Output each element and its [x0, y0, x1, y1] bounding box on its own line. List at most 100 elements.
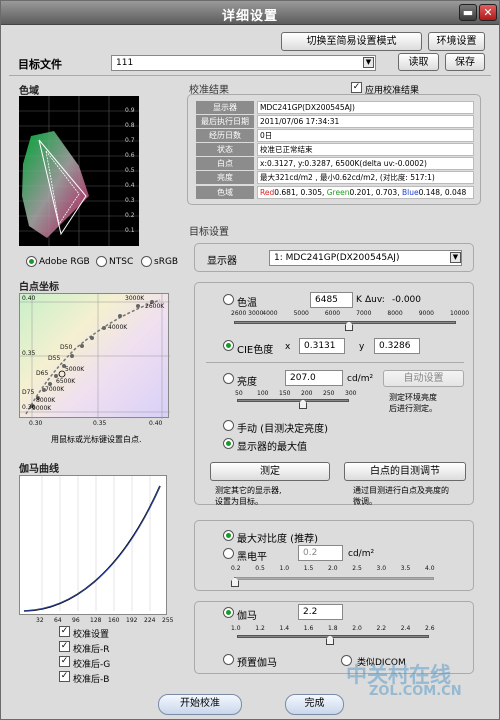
radio-max-contrast[interactable] — [223, 530, 234, 541]
radio-manual-brightness[interactable] — [223, 420, 234, 431]
measure-note: 测定其它的显示器, — [215, 486, 282, 495]
checkbox-after-r[interactable]: ✓ — [59, 641, 70, 652]
gamut-grid-label: 0.7 — [125, 137, 135, 144]
radio-adobe-rgb[interactable] — [26, 256, 37, 267]
monitor-label: 显示器 — [207, 256, 237, 267]
brightness-label: 亮度 — [237, 377, 257, 388]
results-row: 状态 校准已正常结束 — [196, 143, 474, 157]
temp-ticks-label: 4000 — [262, 310, 278, 317]
gamma-ticks-label: 1.4 — [279, 625, 290, 632]
color-temp-slider[interactable] — [234, 321, 456, 324]
black-ticks-label: 1.5 — [303, 565, 314, 572]
color-temp-input[interactable]: 6485 — [310, 292, 353, 308]
gamma-ticks-label: 2.2 — [376, 625, 387, 632]
brightness-input[interactable]: 207.0 — [285, 370, 343, 386]
visual-adjust-button[interactable]: 白点的目测调节 — [344, 462, 466, 481]
gamut-green-label: Green — [326, 188, 350, 197]
results-value: 校准已正常结束 — [257, 143, 474, 156]
minimize-icon[interactable]: ▬ — [459, 4, 477, 21]
black-level-input[interactable]: 0.2 — [298, 545, 343, 561]
results-row: 白点 x:0.3127, y:0.3287, 6500K(delta uv:-0.… — [196, 157, 474, 171]
checkbox-calib-setting[interactable]: ✓ — [59, 626, 70, 637]
auto-set-button[interactable]: 自动设置 — [383, 370, 464, 387]
brightness-slider[interactable] — [237, 399, 349, 402]
results-key: 经历日数 — [196, 129, 254, 142]
wp-x-label: 0.40 — [149, 420, 163, 427]
done-button[interactable]: 完成 — [285, 694, 344, 715]
chevron-down-icon[interactable]: ▼ — [450, 252, 461, 263]
gamut-red-value: 0.681, 0.305 — [274, 188, 322, 197]
radio-srgb[interactable] — [141, 256, 152, 267]
gamut-grid-label: 0.8 — [125, 122, 135, 129]
gamma-slider[interactable] — [237, 635, 429, 638]
results-value: 最大321cd/m2 , 最小0.62cd/m2, (对比度: 517:1) — [257, 171, 474, 184]
delta-uv-label: Δuv: — [365, 295, 385, 305]
results-row: 亮度 最大321cd/m2 , 最小0.62cd/m2, (对比度: 517:1) — [196, 171, 474, 185]
results-value-gamut: Red0.681, 0.305, Green0.201, 0.703, Blue… — [257, 186, 474, 199]
black-ticks-label: 2.0 — [328, 565, 338, 572]
chevron-down-icon[interactable]: ▼ — [363, 57, 374, 68]
results-key: 显示器 — [196, 101, 254, 114]
radio-ntsc[interactable] — [96, 256, 107, 267]
radio-color-temp[interactable] — [223, 294, 234, 305]
black-ticks-label: 4.0 — [425, 565, 435, 572]
results-key: 色域 — [196, 186, 254, 199]
env-settings-button[interactable]: 环境设置 — [428, 32, 485, 51]
gamut-grid-label: 0.9 — [125, 107, 135, 114]
temp-ticks-label: 7000 — [356, 310, 372, 317]
manual-brightness-label: 手动 (目测决定亮度) — [237, 424, 328, 435]
gamut-red-label: Red — [260, 188, 275, 197]
cie-label: CIE色度 — [237, 345, 274, 356]
gamma-curve-chart — [19, 475, 167, 615]
whitepoint-chart[interactable]: 0.40 0.35 0.30 3000K 2600K 4000K D50 D55… — [19, 293, 170, 419]
results-value: 2011/07/06 17:34:31 — [257, 115, 474, 128]
radio-brightness[interactable] — [223, 373, 234, 384]
gamma-ticks-label: 1.6 — [303, 625, 314, 632]
black-level-slider[interactable] — [234, 577, 434, 580]
save-button[interactable]: 保存 — [445, 53, 485, 71]
monitor-select[interactable]: 1: MDC241GP(DX200545AJ) — [269, 250, 462, 266]
measure-note: 设置为目标。 — [215, 497, 263, 506]
brightness-ticks-label: 300 — [345, 390, 357, 397]
radio-black-level[interactable] — [223, 548, 234, 559]
close-icon[interactable]: ✕ — [479, 4, 497, 21]
brightness-ticks-label: 200 — [301, 390, 313, 397]
gamut-label: 色域 — [19, 86, 39, 97]
brightness-ticks-label: 50 — [235, 390, 243, 397]
visual-note: 通过目测进行白点及亮度的 — [353, 486, 449, 495]
checkbox-after-b[interactable]: ✓ — [59, 671, 70, 682]
watermark-sub: ZOL.COM.CN — [369, 684, 462, 699]
target-file-select[interactable]: 111 — [111, 55, 376, 71]
radio-max-brightness[interactable] — [223, 438, 234, 449]
srgb-label: sRGB — [154, 257, 179, 267]
wp-k-label: 9000K — [32, 405, 52, 412]
checkbox-after-g[interactable]: ✓ — [59, 656, 70, 667]
radio-gamma[interactable] — [223, 607, 234, 618]
gamut-green-value: 0.201, 0.703 — [349, 188, 398, 197]
radio-cie[interactable] — [223, 340, 234, 351]
black-ticks-label: 1.0 — [279, 565, 290, 572]
gamma-ticks-label: 1.8 — [328, 625, 338, 632]
gamut-grid-label: 0.4 — [125, 182, 135, 189]
results-value: x:0.3127, y:0.3287, 6500K(delta uv:-0.00… — [257, 157, 474, 170]
simple-mode-button[interactable]: 切换至简易设置模式 — [281, 32, 422, 51]
start-calibration-button[interactable]: 开始校准 — [158, 694, 242, 715]
divider — [9, 75, 491, 76]
apply-results-checkbox[interactable]: ✓ — [351, 82, 362, 93]
gamma-input[interactable]: 2.2 — [298, 604, 343, 620]
wp-y-label: 0.35 — [22, 350, 36, 357]
temp-ticks-label: 5000 — [293, 310, 309, 317]
cie-y-label: y — [359, 342, 365, 352]
results-key: 最后执行日期 — [196, 115, 254, 128]
measure-button[interactable]: 测定 — [210, 462, 330, 481]
temp-ticks-label: 6000 — [324, 310, 341, 317]
read-button[interactable]: 读取 — [398, 53, 439, 71]
results-value: 0日 — [257, 129, 474, 142]
cie-y-input[interactable]: 0.3286 — [374, 338, 420, 354]
radio-preset-gamma[interactable] — [223, 654, 234, 665]
wp-k-label: D75 — [22, 389, 35, 396]
after-g-label: 校准后-G — [73, 660, 111, 670]
wp-k-label: 4000K — [108, 324, 128, 331]
cie-x-input[interactable]: 0.3131 — [299, 338, 345, 354]
gamut-grid-label: 0.3 — [125, 197, 135, 204]
